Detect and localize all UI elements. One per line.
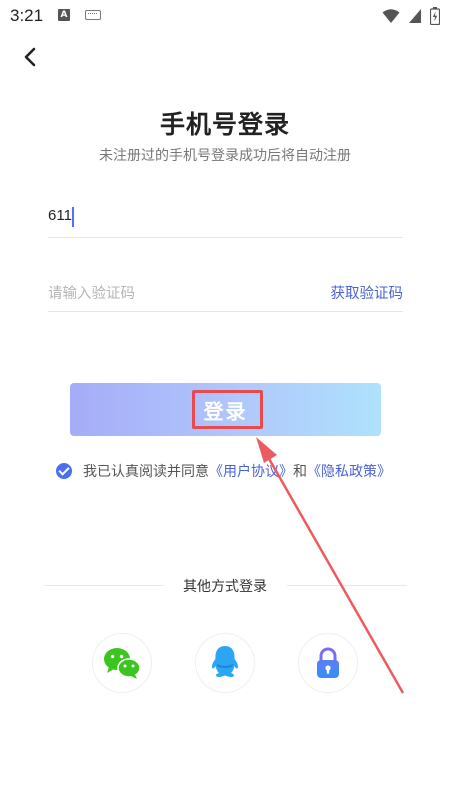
account-login-button[interactable] [298, 633, 358, 693]
agree-checkbox[interactable] [56, 463, 72, 479]
page-subtitle: 未注册过的手机号登录成功后将自动注册 [99, 148, 351, 164]
back-arrow-icon [24, 47, 36, 67]
battery-icon [430, 7, 440, 25]
a-icon: A [58, 9, 70, 21]
text-caret [72, 207, 74, 227]
verification-code-input[interactable]: 请输入验证码 获取验证码 [48, 276, 403, 312]
privacy-policy-link[interactable]: 《隐私政策》 [307, 461, 391, 481]
user-agreement-link[interactable]: 《用户协议》 [209, 461, 293, 481]
wifi-icon [382, 9, 400, 23]
agreement-conjunction: 和 [293, 464, 307, 480]
phone-input[interactable]: 611 [48, 202, 403, 238]
keyboard-icon [85, 10, 101, 20]
code-placeholder: 请输入验证码 [48, 286, 135, 302]
status-time: 3:21 [10, 6, 44, 25]
qq-login-button[interactable] [195, 633, 255, 693]
qq-icon [211, 646, 239, 677]
get-code-button[interactable]: 获取验证码 [331, 282, 404, 303]
signal-icon [409, 9, 421, 23]
wechat-icon [104, 648, 141, 679]
lock-icon [317, 647, 339, 678]
agreement-prefix: 我已认真阅读并同意 [83, 464, 209, 480]
agreement-row: 我已认真阅读并同意 《用户协议》 和 《隐私政策》 [56, 460, 391, 482]
status-icons [382, 6, 440, 26]
page-title: 手机号登录 [159, 110, 290, 139]
back-button[interactable] [14, 40, 48, 74]
other-login-label: 其他方式登录 [183, 579, 267, 595]
wechat-login-button[interactable] [92, 633, 152, 693]
login-button[interactable]: 登录 [70, 383, 381, 436]
status-bar: 3:21 A [0, 0, 450, 32]
phone-value: 611 [48, 207, 72, 224]
login-label: 登录 [203, 399, 248, 423]
